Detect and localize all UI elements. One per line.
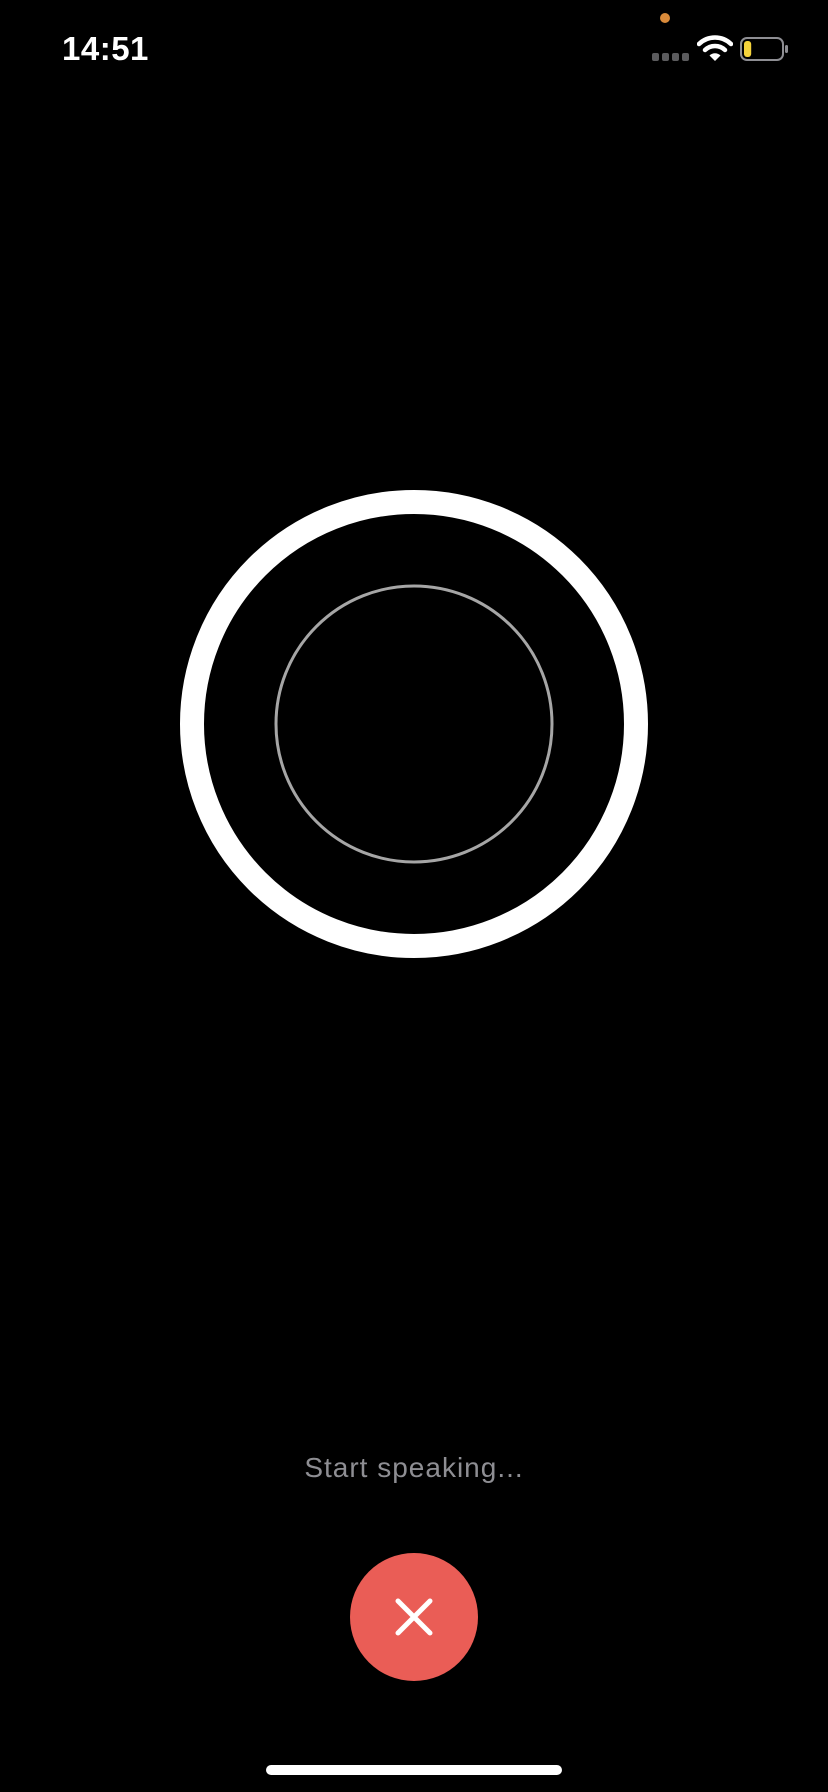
cellular-signal-icon	[652, 53, 692, 61]
outer-ring	[180, 490, 648, 958]
home-indicator[interactable]	[266, 1765, 562, 1775]
close-icon	[395, 1598, 433, 1636]
status-bar: 14:51	[0, 0, 828, 100]
status-time: 14:51	[62, 30, 149, 67]
voice-visualizer	[160, 470, 668, 978]
start-speaking-prompt: Start speaking...	[304, 1452, 524, 1483]
inner-ring	[274, 584, 554, 864]
cancel-button[interactable]	[350, 1553, 478, 1681]
battery-icon	[740, 37, 788, 61]
privacy-indicator-dot	[660, 13, 670, 23]
wifi-icon	[696, 34, 734, 62]
battery-level-fill	[744, 41, 752, 57]
